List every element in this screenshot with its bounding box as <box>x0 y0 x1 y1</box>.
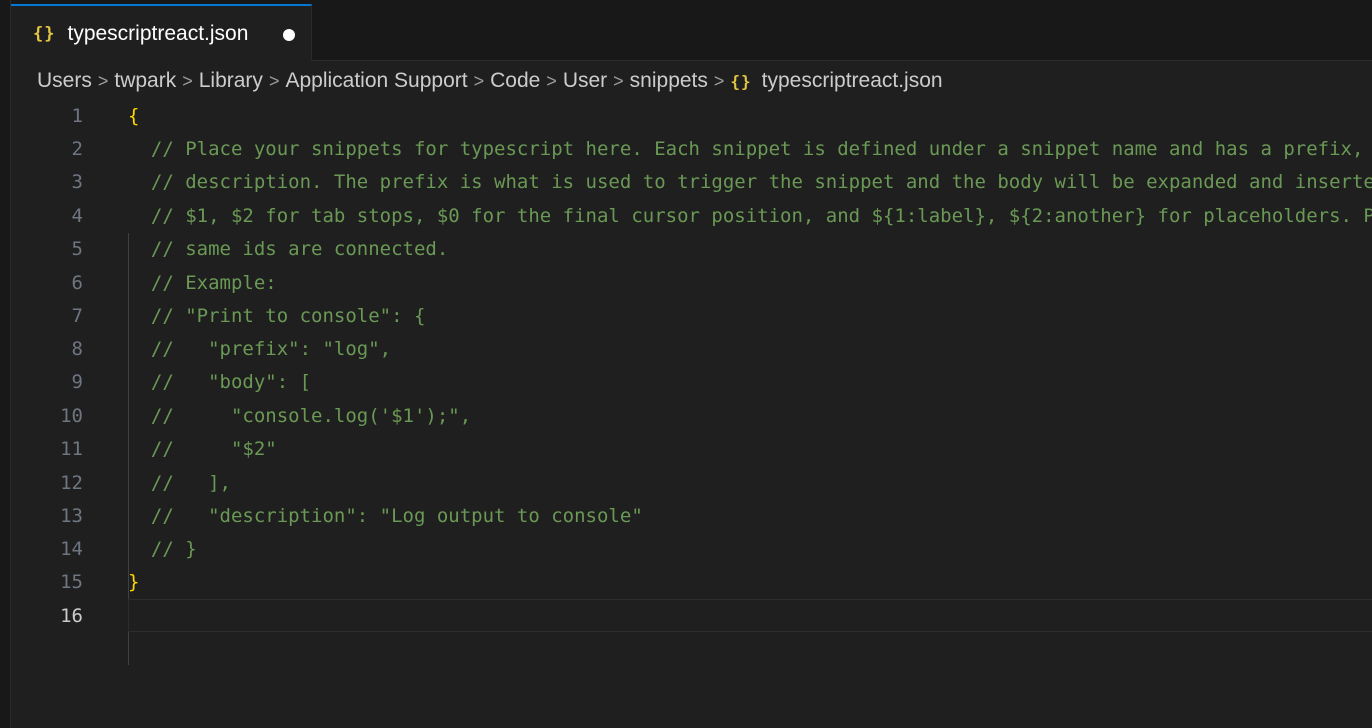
line-number: 9 <box>71 371 83 393</box>
code-line[interactable]: 11 // "$2" <box>11 433 1372 466</box>
code-editor[interactable]: 1 { 2 // Place your snippets for typescr… <box>11 100 1372 728</box>
code-line[interactable]: 7 // "Print to console": { <box>11 300 1372 333</box>
code-line[interactable]: 5 // same ids are connected. <box>11 233 1372 266</box>
chevron-right-icon: > <box>268 70 280 91</box>
breadcrumb-item-twpark[interactable]: twpark <box>114 69 176 93</box>
code-text[interactable]: // Place your snippets for typescript he… <box>128 133 1372 166</box>
code-line[interactable]: 15 } <box>11 566 1372 599</box>
code-text[interactable]: // description. The prefix is what is us… <box>128 166 1372 199</box>
code-line[interactable]: 12 // ], <box>11 467 1372 500</box>
chevron-right-icon: > <box>97 70 109 91</box>
tab-typescriptreact-json[interactable]: {} typescriptreact.json <box>11 4 312 61</box>
code-text[interactable]: } <box>128 566 139 599</box>
chevron-right-icon: > <box>613 70 624 91</box>
line-number: 1 <box>71 105 83 127</box>
code-line[interactable]: 9 // "body": [ <box>11 366 1372 399</box>
line-number: 10 <box>60 405 83 427</box>
json-braces-icon: {} <box>33 23 56 44</box>
code-text[interactable]: // ], <box>128 467 231 500</box>
code-text[interactable]: // Example: <box>128 267 277 300</box>
line-number: 3 <box>71 171 83 193</box>
line-number: 11 <box>60 438 83 460</box>
code-text[interactable]: // "Print to console": { <box>128 300 426 333</box>
line-number: 15 <box>60 571 83 593</box>
line-number: 4 <box>71 205 83 227</box>
code-text[interactable]: // same ids are connected. <box>128 233 448 266</box>
code-line[interactable]: 10 // "console.log('$1');", <box>11 400 1372 433</box>
chevron-right-icon: > <box>546 70 557 91</box>
breadcrumb-item-application-support[interactable]: Application Support <box>285 69 467 93</box>
chevron-right-icon: > <box>473 70 485 91</box>
code-text[interactable]: // } <box>128 533 197 566</box>
line-number: 7 <box>71 305 83 327</box>
code-text[interactable]: // "console.log('$1');", <box>128 400 471 433</box>
json-braces-icon: {} <box>730 71 752 91</box>
line-number: 6 <box>71 272 83 294</box>
breadcrumb-item-library[interactable]: Library <box>199 69 263 93</box>
line-number: 12 <box>60 472 83 494</box>
chevron-right-icon: > <box>182 70 193 91</box>
line-number: 5 <box>71 238 83 260</box>
breadcrumb-item-file[interactable]: typescriptreact.json <box>762 69 943 93</box>
unsaved-dot-icon[interactable] <box>283 29 295 41</box>
code-line[interactable]: 4 // $1, $2 for tab stops, $0 for the fi… <box>11 200 1372 233</box>
code-text[interactable]: { <box>128 100 139 133</box>
chevron-right-icon: > <box>713 70 725 91</box>
line-number: 13 <box>60 505 83 527</box>
breadcrumb-item-snippets[interactable]: snippets <box>630 69 708 93</box>
breadcrumb-item-users[interactable]: Users <box>37 69 92 93</box>
code-text[interactable]: // "prefix": "log", <box>128 333 391 366</box>
code-line[interactable]: 6 // Example: <box>11 267 1372 300</box>
code-line[interactable]: 8 // "prefix": "log", <box>11 333 1372 366</box>
editor-window: {} typescriptreact.json Users > twpark >… <box>0 0 1372 728</box>
breadcrumb-item-code[interactable]: Code <box>490 69 540 93</box>
tab-bar: {} typescriptreact.json <box>11 0 1372 61</box>
breadcrumb: Users > twpark > Library > Application S… <box>37 62 943 100</box>
code-text[interactable]: // "body": [ <box>128 366 311 399</box>
code-line[interactable]: 13 // "description": "Log output to cons… <box>11 500 1372 533</box>
code-line-active[interactable]: 16 <box>11 600 1372 633</box>
line-number: 2 <box>71 138 83 160</box>
code-text[interactable]: // "description": "Log output to console… <box>128 500 643 533</box>
code-line[interactable]: 14 // } <box>11 533 1372 566</box>
code-line[interactable]: 3 // description. The prefix is what is … <box>11 166 1372 199</box>
breadcrumb-item-user[interactable]: User <box>563 69 607 93</box>
code-text[interactable]: // "$2" <box>128 433 277 466</box>
line-number: 16 <box>60 605 83 627</box>
activity-edge <box>0 0 11 728</box>
line-number: 8 <box>71 338 83 360</box>
tab-label: typescriptreact.json <box>67 21 249 45</box>
code-line[interactable]: 1 { <box>11 100 1372 133</box>
code-text[interactable]: // $1, $2 for tab stops, $0 for the fina… <box>128 200 1372 233</box>
line-number: 14 <box>60 538 83 560</box>
code-line[interactable]: 2 // Place your snippets for typescript … <box>11 133 1372 166</box>
